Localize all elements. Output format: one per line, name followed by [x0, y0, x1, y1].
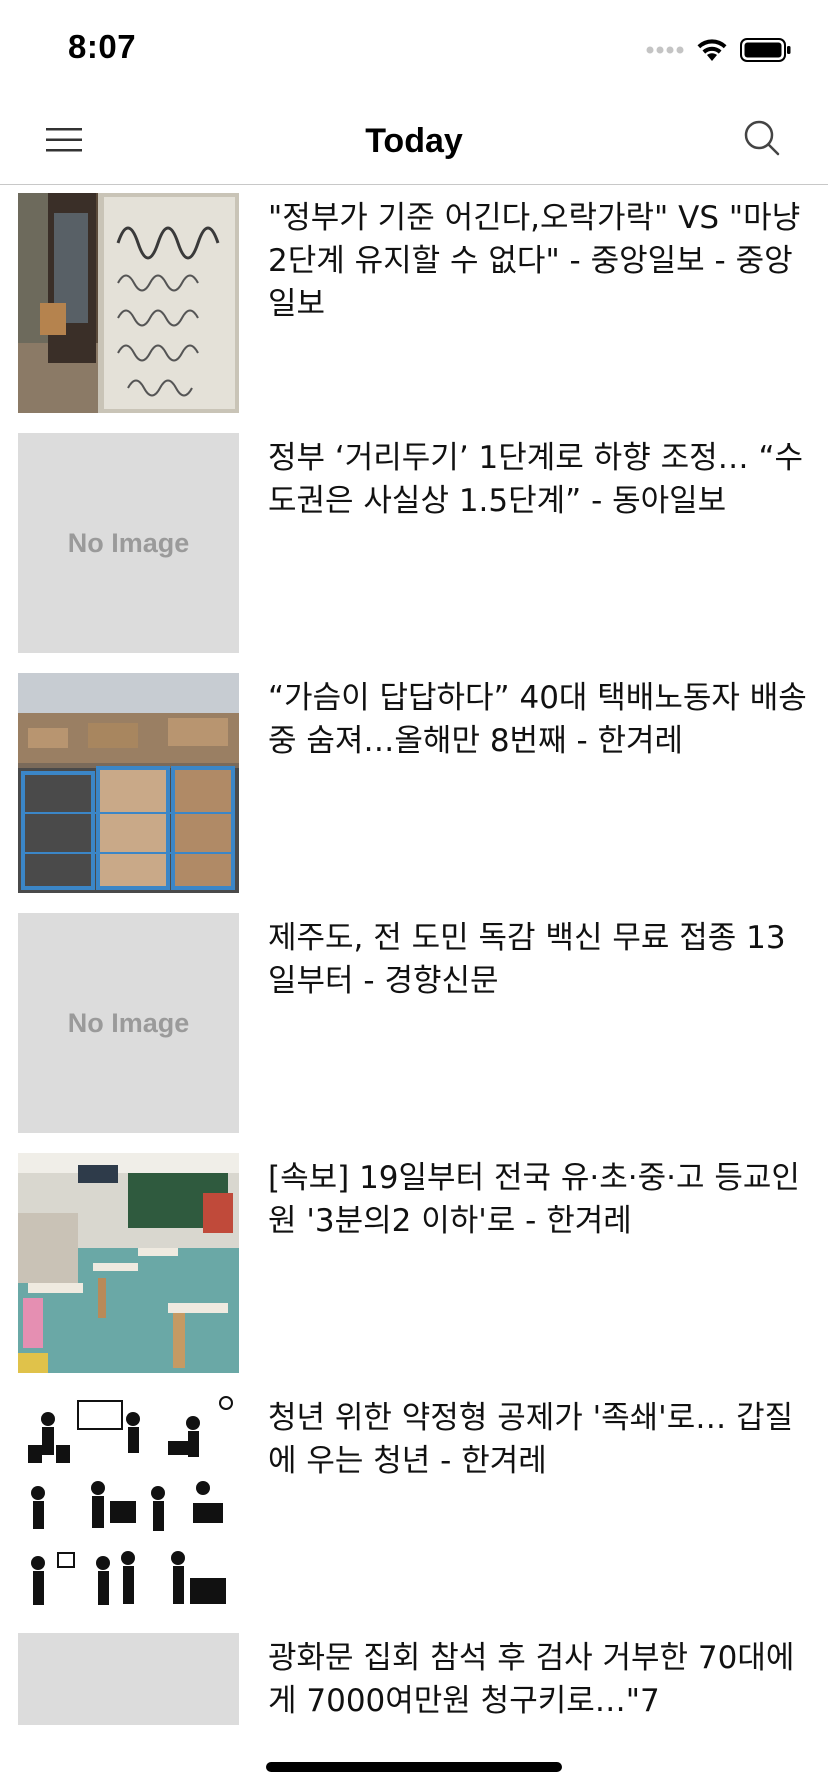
cellular-signal-icon: [646, 46, 684, 54]
news-item[interactable]: "정부가 기준 어긴다,오락가락" VS "마냥 2단계 유지할 수 없다" -…: [0, 185, 828, 425]
status-bar: 8:07: [0, 0, 828, 96]
no-image-label: No Image: [67, 527, 190, 558]
page-title: Today: [365, 122, 463, 160]
news-item[interactable]: 청년 위한 약정형 공제가 '족쇄'로… 갑질에 우는 청년 - 한겨레: [0, 1385, 828, 1625]
navigation-bar: Today: [0, 96, 828, 185]
news-thumbnail: [18, 1393, 239, 1613]
news-headline: 제주도, 전 도민 독감 백신 무료 접종 13일부터 - 경향신문: [268, 920, 786, 999]
news-thumbnail: [18, 193, 239, 413]
news-item[interactable]: No Image 제주도, 전 도민 독감 백신 무료 접종 13일부터 - 경…: [0, 905, 828, 1145]
status-icons: [646, 36, 792, 64]
wifi-icon: [697, 39, 727, 61]
battery-icon: [740, 38, 791, 62]
no-image-label: No Image: [67, 1007, 190, 1038]
news-headline: 정부 ‘거리두기’ 1단계로 하향 조정… “수도권은 사실상 1.5단계” -…: [268, 440, 804, 519]
news-headline: "정부가 기준 어긴다,오락가락" VS "마냥 2단계 유지할 수 없다" -…: [268, 200, 801, 322]
news-photo: [18, 673, 239, 893]
news-headline: [속보] 19일부터 전국 유·초·중·고 등교인원 '3분의2 이하'로 - …: [268, 1160, 800, 1239]
news-item[interactable]: [속보] 19일부터 전국 유·초·중·고 등교인원 '3분의2 이하'로 - …: [0, 1145, 828, 1385]
news-photo: [18, 193, 239, 413]
news-thumbnail: [18, 1153, 239, 1373]
no-image-placeholder: No Image: [18, 913, 239, 1133]
news-item[interactable]: No Image 정부 ‘거리두기’ 1단계로 하향 조정… “수도권은 사실상…: [0, 425, 828, 665]
news-item[interactable]: “가슴이 답답하다” 40대 택배노동자 배송중 숨져…올해만 8번째 - 한겨…: [0, 665, 828, 905]
news-thumbnail: [18, 673, 239, 893]
pictogram-illustration: [18, 1393, 239, 1613]
search-icon: [744, 120, 780, 156]
search-button[interactable]: [740, 116, 784, 160]
news-headline: 광화문 집회 참석 후 검사 거부한 70대에게 7000여만원 청구키로…"7: [268, 1640, 795, 1719]
news-headline: 청년 위한 약정형 공제가 '족쇄'로… 갑질에 우는 청년 - 한겨레: [268, 1400, 794, 1479]
news-item[interactable]: 광화문 집회 참석 후 검사 거부한 70대에게 7000여만원 청구키로…"7: [0, 1625, 828, 1725]
no-image-placeholder: No Image: [18, 433, 239, 653]
news-list: "정부가 기준 어긴다,오락가락" VS "마냥 2단계 유지할 수 없다" -…: [0, 185, 828, 1725]
home-indicator[interactable]: [266, 1762, 562, 1772]
news-thumbnail: [18, 1633, 239, 1725]
news-photo: [18, 1153, 239, 1373]
status-time: 8:07: [68, 28, 137, 65]
news-headline: “가슴이 답답하다” 40대 택배노동자 배송중 숨져…올해만 8번째 - 한겨…: [268, 680, 807, 759]
